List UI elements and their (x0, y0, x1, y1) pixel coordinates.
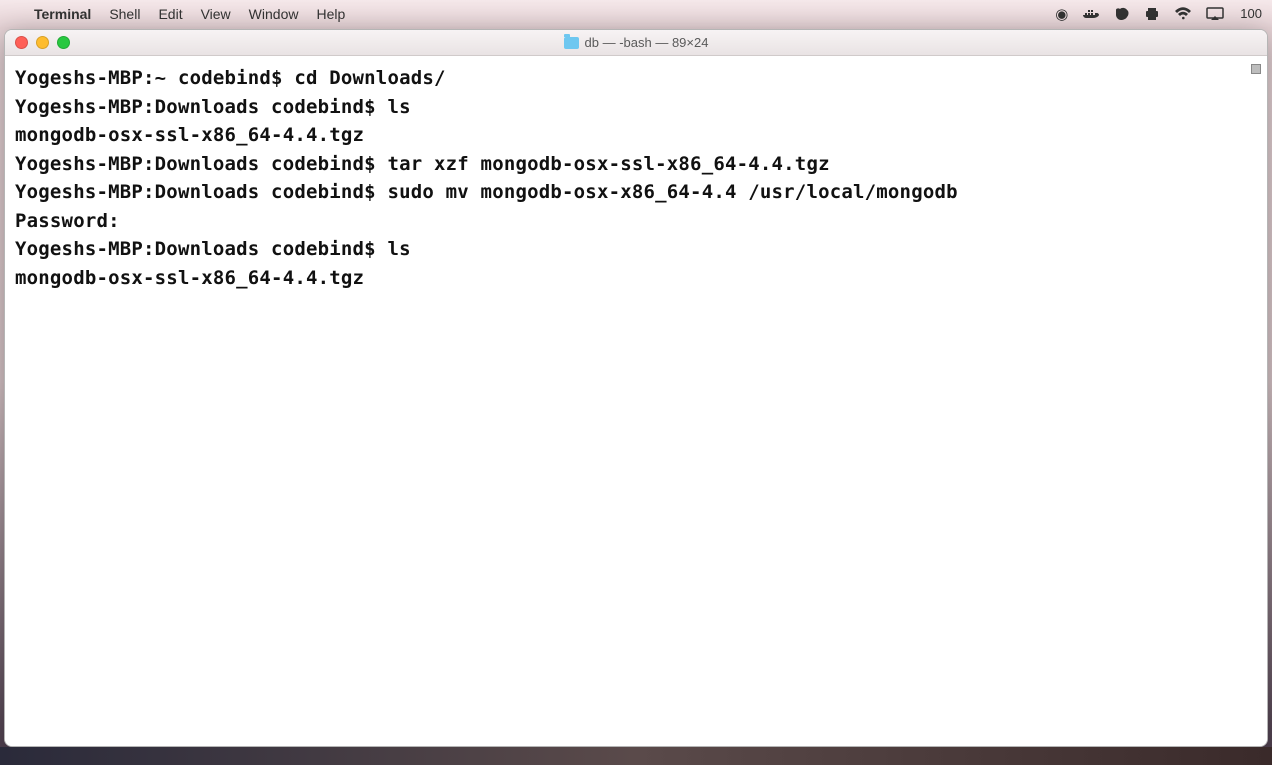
macos-menubar: Terminal Shell Edit View Window Help ◉ 1… (0, 0, 1272, 27)
menu-edit[interactable]: Edit (158, 6, 182, 22)
terminal-line: mongodb-osx-ssl-x86_64-4.4.tgz (15, 264, 1257, 293)
airplay-icon[interactable] (1206, 7, 1224, 21)
record-icon[interactable]: ◉ (1055, 5, 1068, 23)
menu-app-name[interactable]: Terminal (34, 6, 91, 22)
folder-icon (564, 37, 579, 49)
menubar-left: Terminal Shell Edit View Window Help (10, 6, 345, 22)
evernote-icon[interactable] (1114, 7, 1130, 21)
terminal-line: Password: (15, 207, 1257, 236)
traffic-lights (15, 36, 70, 49)
terminal-body[interactable]: Yogeshs-MBP:~ codebind$ cd Downloads/ Yo… (5, 56, 1267, 746)
menu-shell[interactable]: Shell (109, 6, 140, 22)
menu-help[interactable]: Help (316, 6, 345, 22)
docker-icon[interactable] (1082, 7, 1100, 21)
terminal-window: db — -bash — 89×24 Yogeshs-MBP:~ codebin… (4, 29, 1268, 747)
wifi-icon[interactable] (1174, 7, 1192, 21)
desktop-background-bottom (0, 747, 1272, 765)
window-title: db — -bash — 89×24 (585, 35, 709, 50)
terminal-line: Yogeshs-MBP:Downloads codebind$ ls (15, 235, 1257, 264)
terminal-line: Yogeshs-MBP:~ codebind$ cd Downloads/ (15, 64, 1257, 93)
battery-percent: 100 (1240, 6, 1262, 21)
maximize-button[interactable] (57, 36, 70, 49)
minimize-button[interactable] (36, 36, 49, 49)
close-button[interactable] (15, 36, 28, 49)
menubar-right: ◉ 100 (1055, 5, 1262, 23)
terminal-line: Yogeshs-MBP:Downloads codebind$ ls (15, 93, 1257, 122)
printer-icon[interactable] (1144, 7, 1160, 21)
scroll-indicator[interactable] (1251, 64, 1261, 74)
window-titlebar[interactable]: db — -bash — 89×24 (5, 30, 1267, 56)
window-title-group: db — -bash — 89×24 (15, 35, 1257, 50)
terminal-line: Yogeshs-MBP:Downloads codebind$ sudo mv … (15, 178, 1257, 207)
terminal-line: Yogeshs-MBP:Downloads codebind$ tar xzf … (15, 150, 1257, 179)
terminal-line: mongodb-osx-ssl-x86_64-4.4.tgz (15, 121, 1257, 150)
menu-window[interactable]: Window (249, 6, 299, 22)
menu-view[interactable]: View (201, 6, 231, 22)
